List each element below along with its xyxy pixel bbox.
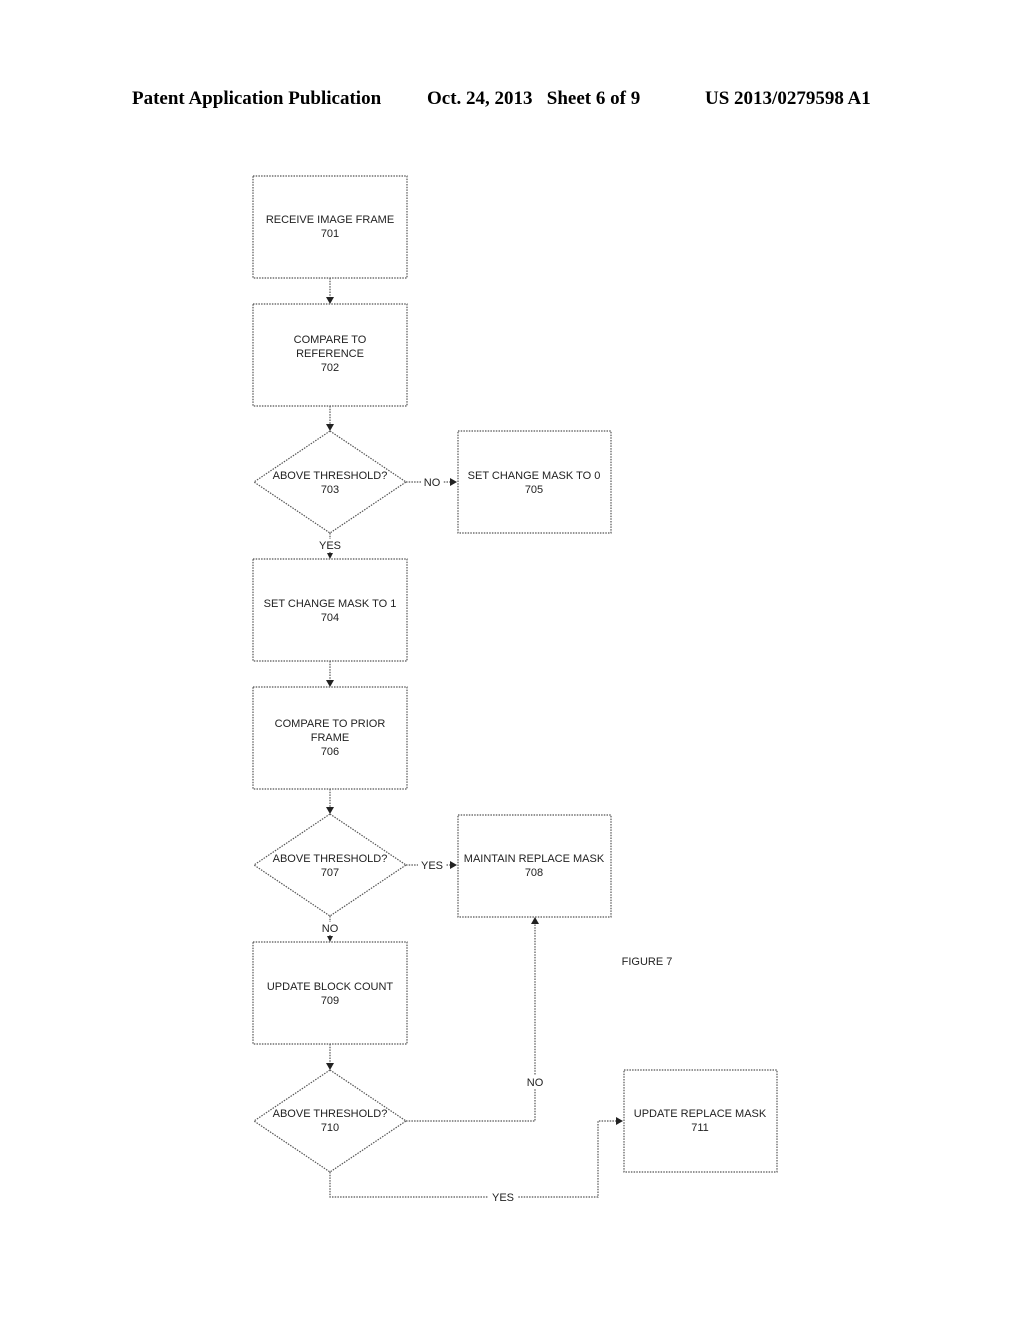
node-706-ref: 706 <box>321 746 339 758</box>
node-701-ref: 701 <box>321 228 339 240</box>
node-702: COMPARE TO REFERENCE 702 <box>252 303 408 407</box>
node-708-ref: 708 <box>525 867 543 879</box>
arrow-head-icon <box>327 936 333 942</box>
node-708: MAINTAIN REPLACE MASK 708 <box>457 814 612 918</box>
node-710-ref: 710 <box>321 1122 339 1134</box>
node-705-title: SET CHANGE MASK TO 0 <box>468 470 601 482</box>
node-703: ABOVE THRESHOLD? 703 <box>252 430 408 534</box>
node-710-title: ABOVE THRESHOLD? <box>273 1108 388 1120</box>
node-701-title: RECEIVE IMAGE FRAME <box>266 214 394 226</box>
node-707-ref: 707 <box>321 867 339 879</box>
node-707: ABOVE THRESHOLD? 707 <box>252 813 408 917</box>
arrow-head-icon <box>326 807 334 814</box>
node-710: ABOVE THRESHOLD? 710 <box>252 1069 408 1173</box>
arrow-head-icon <box>531 917 539 924</box>
arrow-head-icon <box>616 1117 623 1125</box>
node-705: SET CHANGE MASK TO 0 705 <box>457 430 612 534</box>
edge-label-yes-710: YES <box>492 1192 514 1204</box>
arrow-head-icon <box>326 297 334 304</box>
figure-label: FIGURE 7 <box>622 956 673 968</box>
edge-label-no-703: NO <box>424 477 441 489</box>
node-703-title: ABOVE THRESHOLD? <box>273 470 388 482</box>
node-711-title: UPDATE REPLACE MASK <box>634 1108 767 1120</box>
edge-label-no-707: NO <box>322 923 339 935</box>
node-707-title: ABOVE THRESHOLD? <box>273 853 388 865</box>
node-711: UPDATE REPLACE MASK 711 <box>623 1069 778 1173</box>
edge-710-708 <box>406 923 536 1122</box>
node-703-ref: 703 <box>321 484 339 496</box>
node-709-title: UPDATE BLOCK COUNT <box>267 981 394 993</box>
node-709: UPDATE BLOCK COUNT 709 <box>252 941 408 1045</box>
node-704-title: SET CHANGE MASK TO 1 <box>264 598 397 610</box>
arrow-head-icon <box>326 424 334 431</box>
arrow-head-icon <box>326 1063 334 1070</box>
node-704-ref: 704 <box>321 612 339 624</box>
arrow-head-icon <box>450 861 457 869</box>
node-706-line2: FRAME <box>311 732 350 744</box>
arrow-head-icon <box>327 553 333 559</box>
arrow-head-icon <box>326 680 334 687</box>
node-705-ref: 705 <box>525 484 543 496</box>
node-706: COMPARE TO PRIOR FRAME 706 <box>252 686 408 790</box>
node-701: RECEIVE IMAGE FRAME 701 <box>252 175 408 279</box>
node-709-ref: 709 <box>321 995 339 1007</box>
edge-label-no-710: NO <box>527 1077 544 1089</box>
edge-label-yes-707: YES <box>421 860 443 872</box>
node-702-line1: COMPARE TO <box>294 334 367 346</box>
node-702-line2: REFERENCE <box>296 348 364 360</box>
arrow-head-icon <box>450 478 457 486</box>
node-708-title: MAINTAIN REPLACE MASK <box>464 853 605 865</box>
node-711-ref: 711 <box>691 1122 709 1134</box>
flowchart: NO YES YES NO NO YES RECEIVE IMAGE FRAME… <box>252 175 778 1204</box>
node-704: SET CHANGE MASK TO 1 704 <box>252 558 408 662</box>
node-706-line1: COMPARE TO PRIOR <box>275 718 386 730</box>
edge-label-yes-703: YES <box>319 540 341 552</box>
node-702-ref: 702 <box>321 362 339 374</box>
